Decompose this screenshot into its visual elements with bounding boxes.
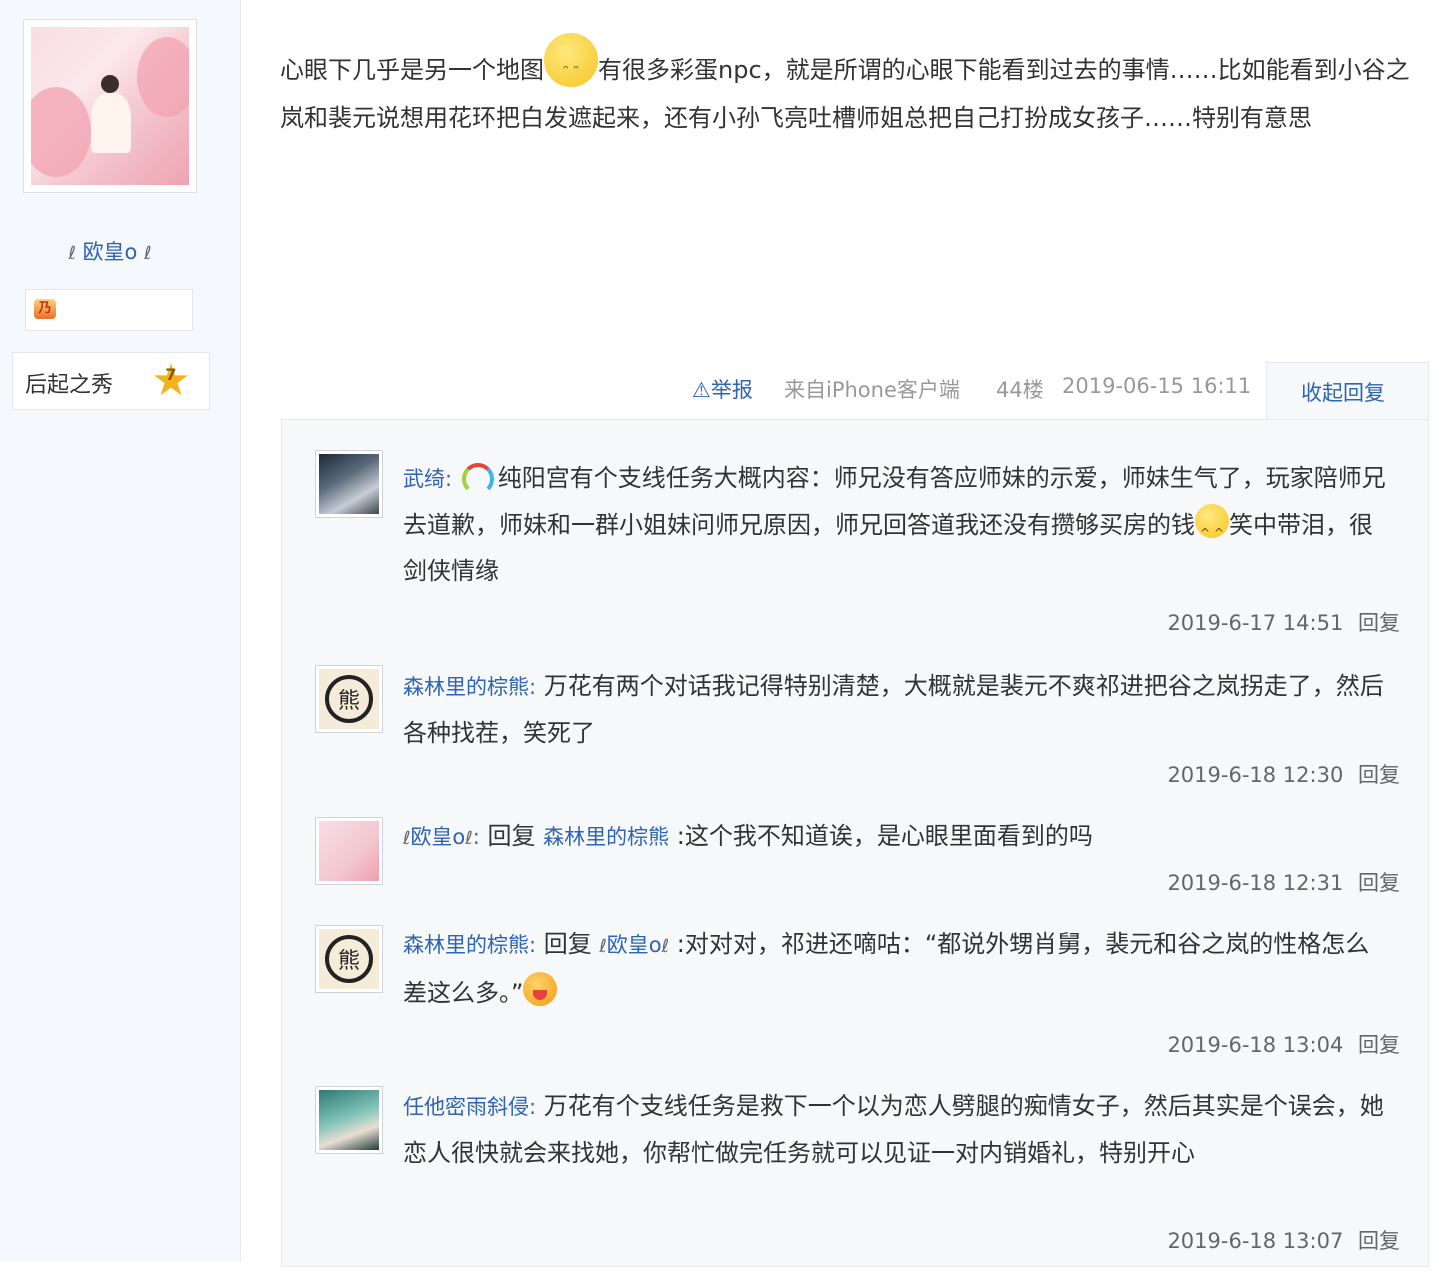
warning-icon: ⚠ (692, 378, 711, 402)
reply-avatar[interactable] (315, 665, 383, 733)
reply-avatar[interactable] (315, 450, 383, 518)
name-suffix-symbol: ℓ (144, 243, 152, 264)
colon: : (445, 467, 453, 491)
collapse-replies-label[interactable]: 收起回复 (1301, 377, 1385, 407)
reply-body: 森林里的棕熊: 万花有两个对话我记得特别清楚，大概就是裴元不爽祁进把谷之岚拐走了… (403, 663, 1393, 756)
reply-meta: 2019-6-17 14:51 回复 (1167, 607, 1400, 637)
reply-username[interactable]: 武绮 (403, 467, 445, 491)
reply-button[interactable]: 回复 (1358, 871, 1400, 895)
reply-time: 2019-6-18 12:30 (1167, 763, 1344, 787)
laugh-tears-icon (1195, 504, 1229, 556)
post-time: 2019-06-15 16:11 (1062, 374, 1252, 398)
colon: : (529, 933, 537, 957)
reply-word: 回复 (543, 930, 592, 958)
author-name[interactable]: ℓ 欧皇o ℓ (0, 236, 220, 266)
reply-button[interactable]: 回复 (1358, 611, 1400, 635)
reply-username[interactable]: ℓ欧皇oℓ (403, 825, 473, 849)
reply-text: :这个我不知道诶，是心眼里面看到的吗 (676, 822, 1093, 850)
name-prefix-symbol: ℓ (68, 243, 76, 264)
level-title: 后起之秀 (25, 373, 114, 398)
avatar-image (31, 27, 189, 185)
reply-target-user[interactable]: ℓ欧皇oℓ (599, 933, 669, 957)
author-name-text[interactable]: 欧皇o (83, 240, 138, 264)
reply-text: 万花有个支线任务是救下一个以为恋人劈腿的痴情女子，然后其实是个误会，她恋人很快就… (403, 1092, 1384, 1167)
reply-avatar[interactable] (315, 925, 383, 993)
reply-body: 森林里的棕熊: 回复 ℓ欧皇oℓ :对对对，祁进还嘀咕：“都说外甥肖舅，裴元和谷… (403, 921, 1393, 1016)
colon: : (472, 825, 480, 849)
reply-button[interactable]: 回复 (1358, 763, 1400, 787)
reply-button[interactable]: 回复 (1358, 1033, 1400, 1057)
reply-meta: 2019-6-18 12:30 回复 (1167, 759, 1400, 789)
reply-time: 2019-6-18 13:07 (1167, 1229, 1344, 1253)
reply-word: 回复 (487, 822, 536, 850)
post-source: 来自iPhone客户端 (784, 378, 960, 402)
colon: : (529, 675, 537, 699)
reply-meta: 2019-6-18 12:31 回复 (1167, 867, 1400, 897)
reply-time: 2019-6-17 14:51 (1167, 611, 1344, 635)
reply-time: 2019-6-18 12:31 (1167, 871, 1344, 895)
report-label[interactable]: 举报 (711, 378, 753, 402)
reply-body: 任他密雨斜侵: 万花有个支线任务是救下一个以为恋人劈腿的痴情女子，然后其实是个误… (403, 1083, 1393, 1176)
level-number: 7 (165, 365, 177, 384)
collapse-replies-button[interactable]: 收起回复 (1266, 362, 1429, 420)
reply-text: 万花有两个对话我记得特别清楚，大概就是裴元不爽祁进把谷之岚拐走了，然后各种找茬，… (403, 672, 1384, 747)
badge-icon[interactable]: 乃 (34, 299, 56, 319)
colon: : (529, 1095, 537, 1119)
rainbow-icon (460, 459, 498, 495)
post-content: 心眼下几乎是另一个地图有很多彩蛋npc，就是所谓的心眼下能看到过去的事情……比如… (280, 33, 1410, 142)
reply-username[interactable]: 森林里的棕熊 (403, 675, 529, 699)
author-sidebar: ℓ 欧皇o ℓ 乃 后起之秀 ★ 7 (0, 0, 241, 1262)
author-level: 后起之秀 ★ 7 (12, 352, 210, 410)
report-link[interactable]: ⚠举报 (692, 374, 753, 404)
reply-meta: 2019-6-18 13:04 回复 (1167, 1029, 1400, 1059)
reply-body: 武绮: 纯阳宫有个支线任务大概内容：师兄没有答应师妹的示爱，师妹生气了，玩家陪师… (403, 455, 1393, 594)
reply-time: 2019-6-18 13:04 (1167, 1033, 1344, 1057)
reply-panel: 武绮: 纯阳宫有个支线任务大概内容：师兄没有答应师妹的示爱，师妹生气了，玩家陪师… (281, 419, 1429, 1267)
blush-icon (544, 33, 598, 95)
reply-target-user[interactable]: 森林里的棕熊 (543, 825, 669, 849)
author-badge-box: 乃 (25, 289, 193, 331)
reply-username[interactable]: 森林里的棕熊 (403, 933, 529, 957)
reply-avatar[interactable] (315, 1086, 383, 1154)
reply-body: ℓ欧皇oℓ: 回复 森林里的棕熊 :这个我不知道诶，是心眼里面看到的吗 (403, 813, 1393, 862)
reply-button[interactable]: 回复 (1358, 1229, 1400, 1253)
post-text-part1: 心眼下几乎是另一个地图 (280, 56, 544, 84)
reply-username[interactable]: 任他密雨斜侵 (403, 1095, 529, 1119)
reply-meta: 2019-6-18 13:07 回复 (1167, 1225, 1400, 1255)
post-floor: 44楼 (996, 378, 1044, 402)
reply-avatar[interactable] (315, 817, 383, 885)
author-avatar[interactable] (23, 19, 197, 193)
tongue-face-icon (523, 972, 558, 1006)
